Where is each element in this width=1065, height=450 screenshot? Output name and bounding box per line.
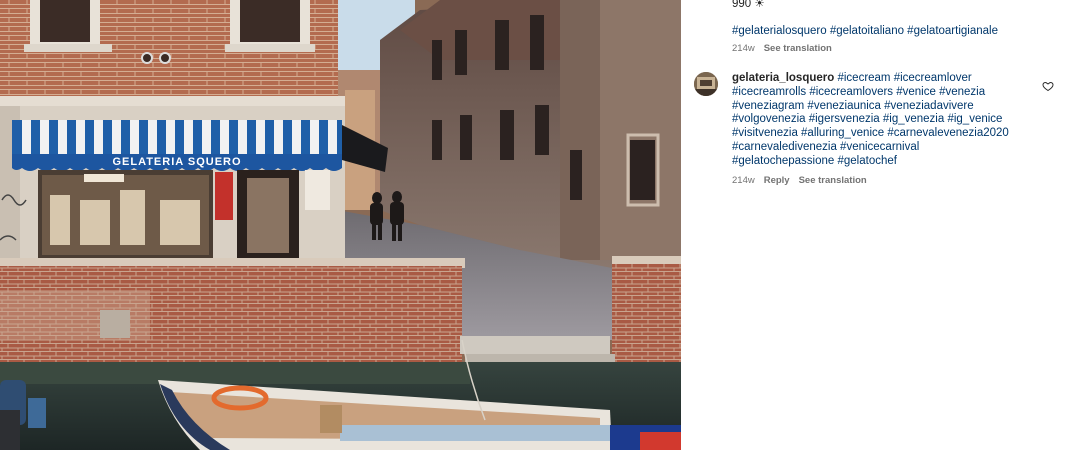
comments-panel: 990 ☀ #gelaterialosquero #gelatoitaliano… bbox=[681, 0, 1065, 450]
comment-username[interactable]: gelateria_losquero bbox=[732, 72, 834, 84]
post-photo[interactable]: GELATERIA SQUERO bbox=[0, 0, 681, 450]
comment-text: gelateria_losquero #icecream #icecreamlo… bbox=[732, 72, 1012, 169]
reply-button[interactable]: Reply bbox=[764, 175, 790, 186]
shop-sign: GELATERIA SQUERO bbox=[112, 156, 241, 168]
avatar[interactable] bbox=[694, 72, 718, 96]
comment-hashtags[interactable]: #icecream #icecreamlover #icecreamrolls … bbox=[732, 72, 1009, 167]
caption-age: 214w bbox=[732, 43, 755, 54]
comment-meta: 214w Reply See translation bbox=[732, 175, 867, 186]
caption-hashtags[interactable]: #gelaterialosquero #gelatoitaliano #gela… bbox=[732, 24, 1052, 39]
like-count: 990 ☀ bbox=[732, 0, 765, 10]
comment-age: 214w bbox=[732, 175, 755, 186]
caption-meta: 214w See translation bbox=[732, 43, 832, 54]
comment-see-translation-link[interactable]: See translation bbox=[799, 175, 867, 186]
see-translation-link[interactable]: See translation bbox=[764, 43, 832, 54]
venice-gelateria-photo: GELATERIA SQUERO bbox=[0, 0, 681, 450]
heart-icon[interactable] bbox=[1042, 80, 1054, 92]
shop-awning: GELATERIA SQUERO bbox=[12, 120, 342, 171]
